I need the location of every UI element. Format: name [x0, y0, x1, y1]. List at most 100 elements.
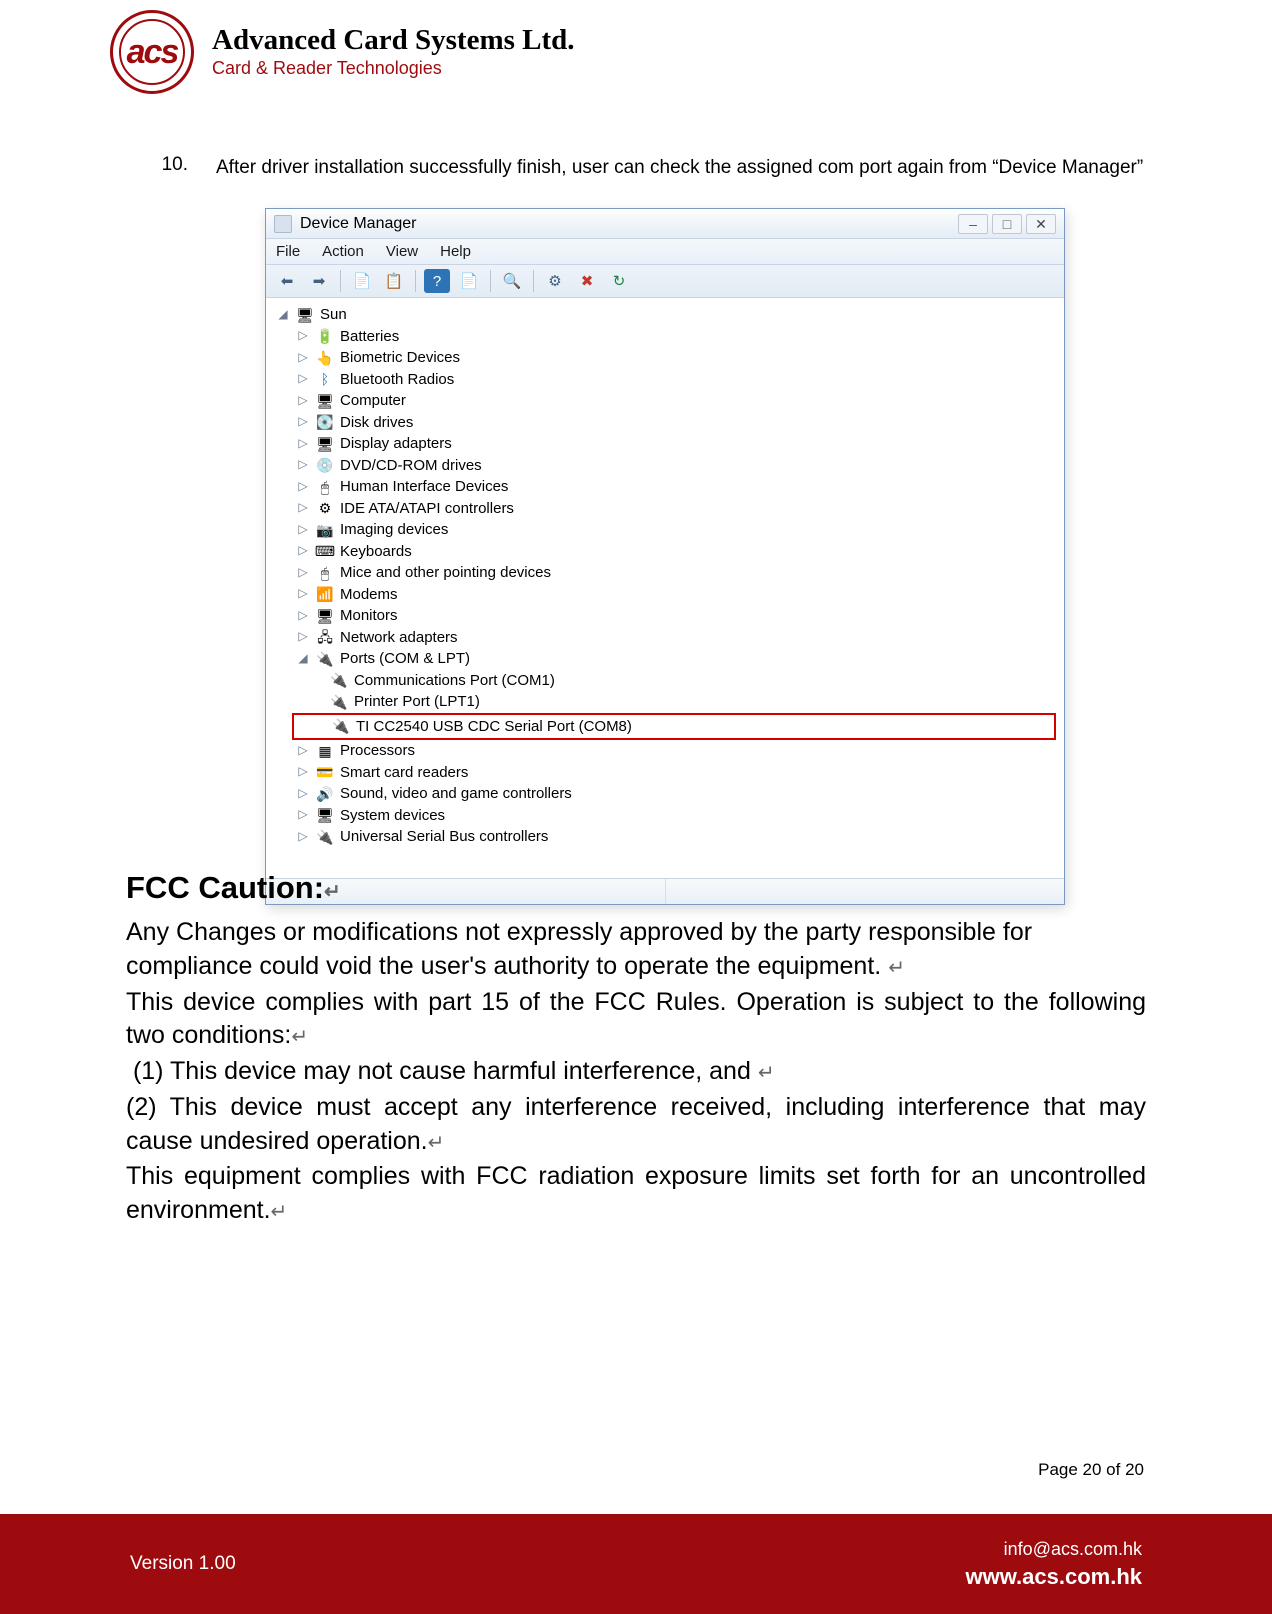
show-hidden-icon[interactable]: 📋: [381, 269, 407, 293]
expand-icon[interactable]: ▷: [296, 608, 310, 624]
expand-icon[interactable]: ▷: [296, 457, 310, 473]
toolbar: ⬅ ➡ 📄 📋 ? 📄 🔍 ⚙ ✖ ↻: [266, 265, 1064, 298]
device-manager-icon: [274, 215, 292, 233]
label: DVD/CD-ROM drives: [340, 456, 482, 476]
tree-category-usb[interactable]: ▷ 🔌 Universal Serial Bus controllers: [274, 826, 1056, 848]
properties-icon[interactable]: 📄: [456, 269, 482, 293]
usb-icon: 🔌: [316, 829, 334, 845]
collapse-icon[interactable]: ◢: [296, 651, 310, 667]
label: Batteries: [340, 327, 399, 347]
scan-hardware-icon[interactable]: ↻: [606, 269, 632, 293]
expand-icon[interactable]: ▷: [296, 629, 310, 645]
refresh-icon[interactable]: 🔍: [499, 269, 525, 293]
menu-action[interactable]: Action: [322, 243, 364, 260]
collapse-icon[interactable]: ◢: [276, 307, 290, 323]
label: IDE ATA/ATAPI controllers: [340, 499, 514, 519]
footer-version: Version 1.00: [130, 1553, 236, 1575]
tree-root-label: Sun: [320, 305, 347, 325]
return-mark-icon: ↵: [428, 1132, 445, 1154]
monitor-icon: 🖥: [316, 608, 334, 624]
expand-icon[interactable]: ▷: [296, 565, 310, 581]
tree-category-biometric[interactable]: ▷👆Biometric Devices: [274, 347, 1056, 369]
back-icon[interactable]: ⬅: [274, 269, 300, 293]
expand-icon[interactable]: ▷: [296, 350, 310, 366]
company-name: Advanced Card Systems Ltd.: [212, 25, 575, 55]
company-block: Advanced Card Systems Ltd. Card & Reader…: [212, 25, 575, 78]
header: acs Advanced Card Systems Ltd. Card & Re…: [110, 10, 575, 94]
expand-icon[interactable]: ▷: [296, 393, 310, 409]
port-icon: 🔌: [330, 672, 348, 688]
expand-icon[interactable]: ▷: [296, 522, 310, 538]
expand-icon[interactable]: ▷: [296, 786, 310, 802]
expand-icon[interactable]: ▷: [296, 500, 310, 516]
tree-category-system[interactable]: ▷🖥System devices: [274, 805, 1056, 827]
tree-category-display[interactable]: ▷🖥Display adapters: [274, 433, 1056, 455]
imaging-icon: 📷: [316, 522, 334, 538]
close-button[interactable]: ✕: [1026, 214, 1056, 234]
disk-icon: 💽: [316, 414, 334, 430]
label: Display adapters: [340, 434, 452, 454]
tree-category-batteries[interactable]: ▷🔋Batteries: [274, 326, 1056, 348]
toolbar-separator: [533, 270, 534, 292]
expand-icon[interactable]: ▷: [296, 829, 310, 845]
footer-site: www.acs.com.hk: [966, 1564, 1142, 1590]
label: Bluetooth Radios: [340, 370, 454, 390]
tree-category-hid[interactable]: ▷🖱Human Interface Devices: [274, 476, 1056, 498]
window-title: Device Manager: [300, 215, 417, 233]
minimize-button[interactable]: –: [958, 214, 988, 234]
logo-badge: acs: [110, 10, 194, 94]
menu-view[interactable]: View: [386, 243, 418, 260]
tree-category-sound[interactable]: ▷🔊Sound, video and game controllers: [274, 783, 1056, 805]
tree-category-keyboards[interactable]: ▷⌨Keyboards: [274, 541, 1056, 563]
tree-category-modems[interactable]: ▷📶Modems: [274, 584, 1056, 606]
device-tree: ◢ 🖥 Sun ▷🔋Batteries ▷👆Biometric Devices …: [274, 304, 1056, 848]
label: TI CC2540 USB CDC Serial Port (COM8): [356, 717, 632, 737]
tree-category-ports[interactable]: ◢🔌Ports (COM & LPT): [274, 648, 1056, 670]
tree-category-mice[interactable]: ▷🖱Mice and other pointing devices: [274, 562, 1056, 584]
tree-category-bluetooth[interactable]: ▷ᛒBluetooth Radios: [274, 369, 1056, 391]
tree-category-dvd[interactable]: ▷ 💿 DVD/CD-ROM drives: [274, 455, 1056, 477]
tree-port-lpt1[interactable]: 🔌Printer Port (LPT1): [274, 691, 1056, 713]
uninstall-icon[interactable]: ✖: [574, 269, 600, 293]
tree-category-ide[interactable]: ▷⚙IDE ATA/ATAPI controllers: [274, 498, 1056, 520]
tree-category-monitors[interactable]: ▷🖥Monitors: [274, 605, 1056, 627]
tree-port-com1[interactable]: 🔌 Communications Port (COM1): [274, 670, 1056, 692]
forward-icon[interactable]: ➡: [306, 269, 332, 293]
tree-category-processors[interactable]: ▷▦Processors: [274, 740, 1056, 762]
expand-icon[interactable]: ▷: [296, 328, 310, 344]
update-driver-icon[interactable]: ⚙: [542, 269, 568, 293]
expand-icon[interactable]: ▷: [296, 371, 310, 387]
expand-icon[interactable]: ▷: [296, 414, 310, 430]
expand-icon[interactable]: ▷: [296, 807, 310, 823]
expand-icon[interactable]: ▷: [296, 543, 310, 559]
expand-icon[interactable]: ▷: [296, 586, 310, 602]
label: Printer Port (LPT1): [354, 692, 480, 712]
menu-help[interactable]: Help: [440, 243, 471, 260]
dvd-icon: 💿: [316, 457, 334, 473]
tree-category-disk[interactable]: ▷💽Disk drives: [274, 412, 1056, 434]
footer-right: info@acs.com.hk www.acs.com.hk: [966, 1539, 1142, 1590]
tree-category-network[interactable]: ▷🖧Network adapters: [274, 627, 1056, 649]
label: Universal Serial Bus controllers: [340, 827, 548, 847]
toolbar-separator: [415, 270, 416, 292]
expand-icon[interactable]: ▷: [296, 436, 310, 452]
up-container-icon[interactable]: 📄: [349, 269, 375, 293]
help-icon[interactable]: ?: [424, 269, 450, 293]
label: Mice and other pointing devices: [340, 563, 551, 583]
expand-icon[interactable]: ▷: [296, 743, 310, 759]
tree-port-ti-cc2540[interactable]: 🔌 TI CC2540 USB CDC Serial Port (COM8): [294, 716, 1054, 738]
menu-file[interactable]: File: [276, 243, 300, 260]
fcc-paragraph-3: This equipment complies with FCC radiati…: [126, 1160, 1146, 1228]
expand-icon[interactable]: ▷: [296, 764, 310, 780]
port-icon: 🔌: [332, 718, 350, 734]
tree-category-computer[interactable]: ▷🖥Computer: [274, 390, 1056, 412]
tree-category-imaging[interactable]: ▷📷Imaging devices: [274, 519, 1056, 541]
tree-root[interactable]: ◢ 🖥 Sun: [274, 304, 1056, 326]
expand-icon[interactable]: ▷: [296, 479, 310, 495]
tree-category-smartcard[interactable]: ▷💳Smart card readers: [274, 762, 1056, 784]
label: Smart card readers: [340, 763, 468, 783]
footer-email: info@acs.com.hk: [966, 1539, 1142, 1560]
window-buttons: – □ ✕: [958, 214, 1056, 234]
label: Communications Port (COM1): [354, 671, 555, 691]
maximize-button[interactable]: □: [992, 214, 1022, 234]
